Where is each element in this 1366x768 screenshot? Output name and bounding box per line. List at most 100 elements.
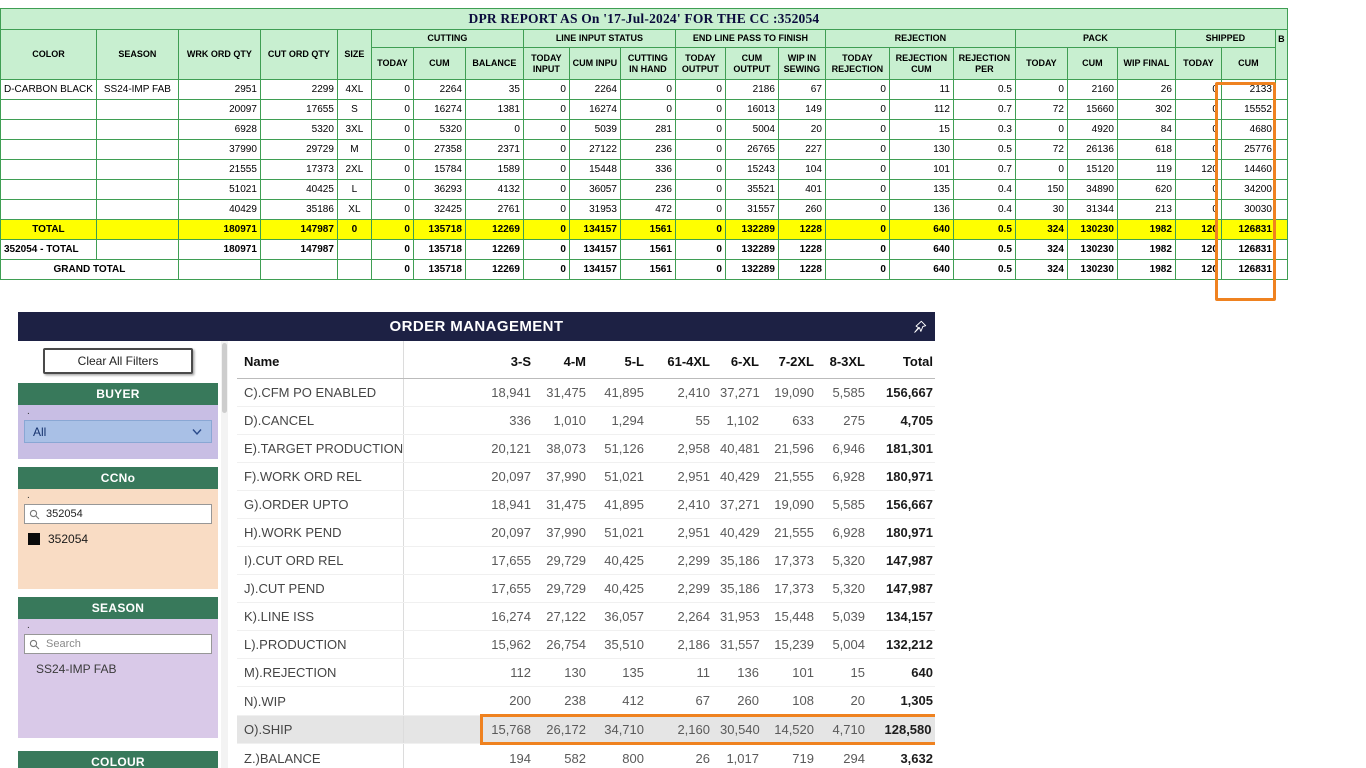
- dpr-cc-row: 352054 - TOTAL18097114798701357181226901…: [1, 240, 1288, 260]
- dpr-cell: 5039: [569, 120, 620, 140]
- row-spacer: [403, 659, 481, 687]
- row-value: 29,729: [536, 575, 591, 603]
- dpr-cell: 126831: [1221, 240, 1275, 260]
- ccno-option-352054[interactable]: 352054: [28, 532, 210, 546]
- column-header[interactable]: Total: [870, 341, 935, 379]
- dpr-cell: [1, 200, 97, 220]
- dpr-cell: 26136: [1067, 140, 1117, 160]
- row-spacer: [403, 716, 481, 744]
- row-value: 17,655: [481, 575, 536, 603]
- dpr-cell: 2160: [1067, 80, 1117, 100]
- dpr-cell: 15660: [1067, 100, 1117, 120]
- dpr-cell: 29729: [260, 140, 337, 160]
- dpr-cell: 3XL: [337, 120, 371, 140]
- row-value: 27,122: [536, 603, 591, 631]
- dpr-cell: 0: [523, 200, 569, 220]
- dpr-cell: 0: [1175, 200, 1221, 220]
- dpr-header-cell: TODAY: [371, 48, 413, 80]
- row-value: 2,951: [649, 519, 715, 547]
- dpr-cell: 0: [825, 140, 889, 160]
- row-value: 35,510: [591, 631, 649, 659]
- dpr-cell: 213: [1117, 200, 1175, 220]
- dpr-cell: 0: [371, 180, 413, 200]
- dpr-cell: 0.5: [953, 240, 1015, 260]
- row-value: 194: [481, 744, 536, 768]
- dpr-cell: 11: [889, 80, 953, 100]
- dpr-cell: 0: [523, 80, 569, 100]
- row-value: 40,425: [591, 547, 649, 575]
- dpr-cell: [1, 160, 97, 180]
- column-header[interactable]: 4-M: [536, 341, 591, 379]
- dpr-header-cell: WIP FINAL: [1117, 48, 1175, 80]
- row-name: M).REJECTION: [237, 659, 403, 687]
- dpr-cell: 134157: [569, 220, 620, 240]
- dpr-cell: 36293: [413, 180, 465, 200]
- column-header[interactable]: 7-2XL: [764, 341, 819, 379]
- pin-icon[interactable]: [913, 320, 927, 334]
- dpr-cell: 0: [1175, 100, 1221, 120]
- dpr-cell: XL: [337, 200, 371, 220]
- row-value: 156,667: [870, 491, 935, 519]
- dpr-cell: 20: [778, 120, 825, 140]
- column-header[interactable]: 8-3XL: [819, 341, 870, 379]
- row-value: 1,294: [591, 407, 649, 435]
- row-value: 37,990: [536, 519, 591, 547]
- colour-slicer-header: COLOUR: [18, 751, 218, 768]
- season-search-input[interactable]: [44, 637, 207, 651]
- column-header[interactable]: 5-L: [591, 341, 649, 379]
- dpr-cell: [96, 140, 178, 160]
- dpr-cell: 130: [889, 140, 953, 160]
- dpr-cell: 4132: [465, 180, 523, 200]
- row-value: 200: [481, 687, 536, 716]
- dpr-cell: [1275, 120, 1287, 140]
- dpr-cell: 17373: [260, 160, 337, 180]
- season-search-box[interactable]: [24, 634, 212, 654]
- row-value: 15: [819, 659, 870, 687]
- sidebar-scrollbar[interactable]: [221, 341, 228, 768]
- dpr-cell: 150: [1015, 180, 1067, 200]
- dpr-cell: [1275, 200, 1287, 220]
- dpr-header-cell: TODAY REJECTION: [825, 48, 889, 80]
- dpr-cell: 620: [1117, 180, 1175, 200]
- column-header[interactable]: 3-S: [481, 341, 536, 379]
- dpr-cell: 324: [1015, 260, 1067, 280]
- dpr-cell: 132289: [725, 240, 778, 260]
- dpr-cell: 2XL: [337, 160, 371, 180]
- ccno-search-input[interactable]: [44, 507, 207, 521]
- row-value: 5,585: [819, 491, 870, 519]
- row-spacer: [403, 519, 481, 547]
- order-table-row: J).CUT PEND17,65529,72940,4252,29935,186…: [237, 575, 935, 603]
- season-option-ss24-imp-fab[interactable]: SS24-IMP FAB: [36, 662, 210, 676]
- dpr-cell: 15120: [1067, 160, 1117, 180]
- dpr-cell: 180971: [178, 220, 260, 240]
- row-value: 181,301: [870, 435, 935, 463]
- dpr-cell: [96, 180, 178, 200]
- row-name: F).WORK ORD REL: [237, 463, 403, 491]
- dpr-cell: 35: [465, 80, 523, 100]
- dpr-cell: 17655: [260, 100, 337, 120]
- dpr-cell: 15552: [1221, 100, 1275, 120]
- dpr-cell: [1275, 160, 1287, 180]
- column-header[interactable]: 6-XL: [715, 341, 764, 379]
- dpr-cell: 72: [1015, 140, 1067, 160]
- row-spacer: [403, 631, 481, 659]
- buyer-dot-label: .: [24, 406, 212, 420]
- buyer-dropdown[interactable]: All: [24, 420, 212, 443]
- row-value: 2,410: [649, 379, 715, 407]
- column-header-name[interactable]: Name: [237, 341, 403, 379]
- dpr-cell: 35521: [725, 180, 778, 200]
- dpr-cell: 27122: [569, 140, 620, 160]
- column-header[interactable]: 61-4XL: [649, 341, 715, 379]
- row-value: 1,305: [870, 687, 935, 716]
- row-value: 20,097: [481, 463, 536, 491]
- dpr-cell: 16013: [725, 100, 778, 120]
- clear-all-filters-button[interactable]: Clear All Filters: [43, 348, 193, 374]
- dpr-cell: [96, 100, 178, 120]
- scrollbar-thumb[interactable]: [222, 343, 227, 413]
- dpr-header-cell: BALANCE: [465, 48, 523, 80]
- dpr-cell: [1275, 140, 1287, 160]
- dpr-cell: [96, 120, 178, 140]
- order-table-row: H).WORK PEND20,09737,99051,0212,95140,42…: [237, 519, 935, 547]
- ccno-search-box[interactable]: [24, 504, 212, 524]
- checkbox-checked-icon[interactable]: [28, 533, 40, 545]
